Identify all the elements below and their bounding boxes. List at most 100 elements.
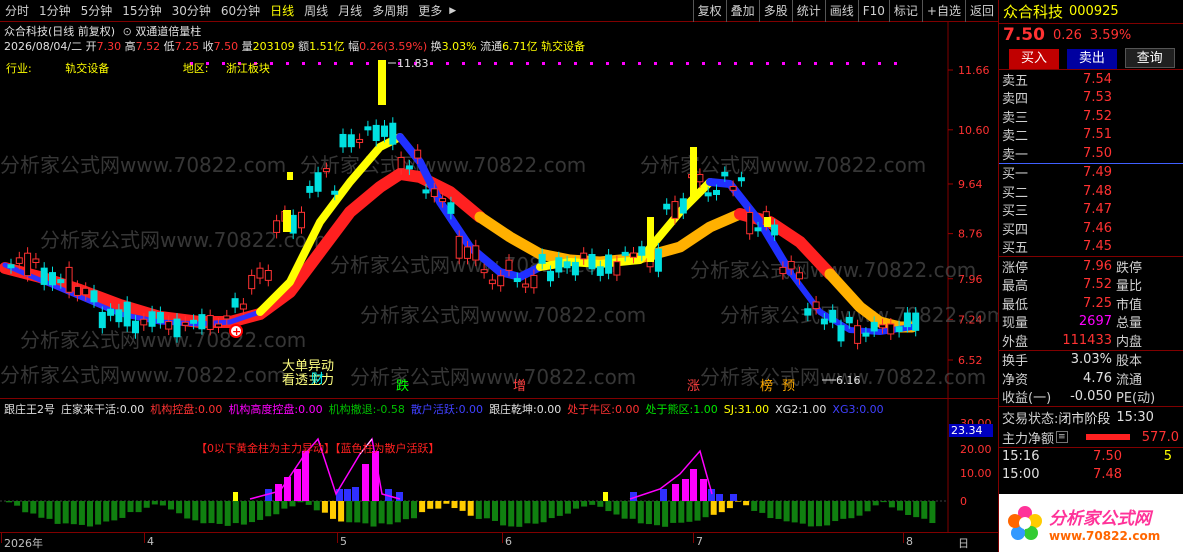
ind-bar [832,501,839,522]
ind-upper-bar [672,484,679,501]
ind-bar [913,501,920,518]
period-tab-4[interactable]: 30分钟 [167,2,216,19]
low-value: 7.25 [174,40,200,53]
asks-price: 7.54 [1083,71,1112,87]
ind-y-tick: 20.00 [960,443,992,456]
period-tab-3[interactable]: 15分钟 [117,2,166,19]
ind-bar [532,501,539,524]
candle-body [721,171,729,177]
candle-body [455,235,463,259]
candle-body [538,253,546,264]
candle-body [248,274,256,290]
period-tab-1[interactable]: 1分钟 [34,2,76,19]
x-axis-tick [693,533,694,543]
toolbar-btn-7[interactable]: +自选 [921,0,965,22]
more-arrow-icon[interactable]: ▶ [447,6,458,16]
brand-badge: 分析家公式网 www.70822.com [999,494,1183,552]
close-value: 7.50 [213,40,239,53]
ind-bar [435,501,442,509]
indicator-item: 庄家来干活:0.00 [61,403,144,416]
ind-bar [483,501,490,519]
candle-body [405,165,413,170]
period-tab-8[interactable]: 月线 [333,2,367,19]
candle-body [123,301,131,327]
watermark-text: 分析家公式网www.70822.com [350,365,636,389]
buy-button[interactable]: 买入 [1009,49,1059,69]
candlestick-chart[interactable]: 11.6610.609.648.767.967.246.52分析家公式网www.… [0,22,1006,398]
ind-bar [840,501,847,519]
flow-menu-icon[interactable]: ≡ [1056,431,1068,443]
toolbar-btn-3[interactable]: 统计 [791,0,825,22]
stat-row: 最高 7.52 量比 [999,276,1183,294]
toolbar-btn-4[interactable]: 画线 [824,0,858,22]
query-button[interactable]: 查询 [1124,48,1175,68]
indicator-name[interactable]: 跟庄王2号 [4,403,55,416]
candle-body [829,309,837,323]
stat2-label-2: PE(动) [1116,391,1156,407]
tick-price-2: 7.48 [1093,466,1122,482]
x-axis-tick [903,533,904,543]
ind-bar [151,501,158,505]
asks-price: 7.53 [1083,90,1112,106]
period-tab-9[interactable]: 多周期 [367,2,413,19]
indicator-chart[interactable]: 30.00 20.00 10.00 0 23.34 跟庄王2号 庄家来干活:0.00 机构控… [0,398,998,533]
toolbar-btn-5[interactable]: F10 [857,0,889,22]
toolbar-btn-8[interactable]: 返回 [964,0,998,22]
candle-body [331,190,339,195]
sell-button[interactable]: 卖出 [1066,49,1117,69]
indicator-name[interactable]: 双通道倍量柱 [135,25,201,38]
ind-bar [654,501,660,526]
toolbar-btn-6[interactable]: 标记 [888,0,922,22]
toolbar-btn-0[interactable]: 复权 [692,0,726,22]
indicator-item: XG3:0.00 [832,403,883,416]
candle-body [381,125,388,137]
ind-bar [78,501,85,525]
ind-bar [119,501,126,518]
ind-upper-bar [730,494,737,501]
change-pct: 3.59% [1089,27,1132,43]
ind-bar [508,501,515,527]
bids-label: 买一 [1002,167,1029,183]
candle-body [596,266,604,276]
period-tab-2[interactable]: 5分钟 [76,2,118,19]
high-label: 高 [124,40,136,53]
region-value: 浙江板块 [225,62,270,75]
candle-body [356,138,364,143]
period-tab-6[interactable]: 日线 [265,2,299,19]
ind-bar [880,501,887,503]
ind-bar [686,501,693,522]
ask-book: 卖五 7.54 卖四 7.53 卖三 7.52 卖二 7.51 卖一 7.50 [999,70,1183,164]
ind-bar [702,501,709,518]
indicator-bars[interactable]: 30.0020.0010.00023.34 [0,399,998,533]
ind-bar [46,501,53,519]
ind-bar [38,501,45,518]
ind-bar [143,501,150,508]
ind-bar [751,501,758,511]
stat2-label-2: 股本 [1116,354,1143,370]
candle-body [57,279,65,284]
period-tab-10[interactable]: 更多 [413,2,447,19]
ind-bar [103,501,110,522]
period-tab-0[interactable]: 分时 [0,2,34,19]
ind-bar [581,501,588,507]
ind-bar [783,501,790,522]
ind-bar [95,501,102,525]
stat-row: 现量 2697 总量 [999,313,1183,331]
stock-header: 众合科技 000925 [999,0,1183,24]
last-price: 7.50 [1003,25,1045,45]
ind-bar [111,501,118,521]
candle-body [165,321,173,330]
low-marker: 6.16 [836,374,861,387]
asks-label: 卖三 [1002,110,1029,126]
asks-label: 卖五 [1002,73,1029,89]
ind-bar [54,501,61,524]
period-tab-7[interactable]: 周线 [299,2,333,19]
main-chart[interactable]: 11.66 10.60 9.64 8.76 7.96 7.24 6.52 分析家公式网www.… [0,22,1006,398]
toolbar-btn-2[interactable]: 多股 [758,0,792,22]
dropdown-icon[interactable]: ⊙ [123,25,132,38]
period-tab-5[interactable]: 60分钟 [216,2,265,19]
ind-upper-bar [344,489,351,501]
candle-body [845,316,853,324]
toolbar-btn-1[interactable]: 叠加 [725,0,759,22]
candle-body [530,274,538,289]
